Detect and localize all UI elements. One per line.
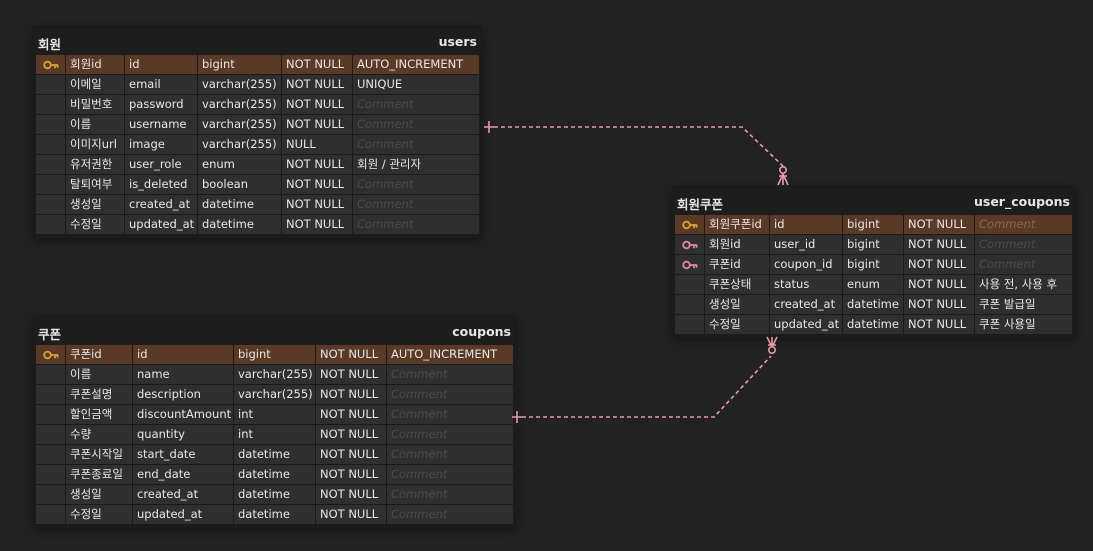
one-marker — [484, 121, 494, 133]
many-marker — [777, 173, 789, 186]
optional-marker — [778, 166, 787, 175]
relation-users-user-coupons[interactable] — [494, 126, 784, 167]
relation-coupons-user-coupons[interactable] — [522, 355, 772, 418]
one-marker — [512, 411, 522, 423]
erd-canvas: 회원 users 회원id id bigint NOT NULL AUTO_INCREMEN… — [0, 0, 1093, 551]
relation-lines — [484, 121, 789, 423]
many-marker — [766, 336, 778, 348]
optional-marker — [767, 345, 776, 354]
